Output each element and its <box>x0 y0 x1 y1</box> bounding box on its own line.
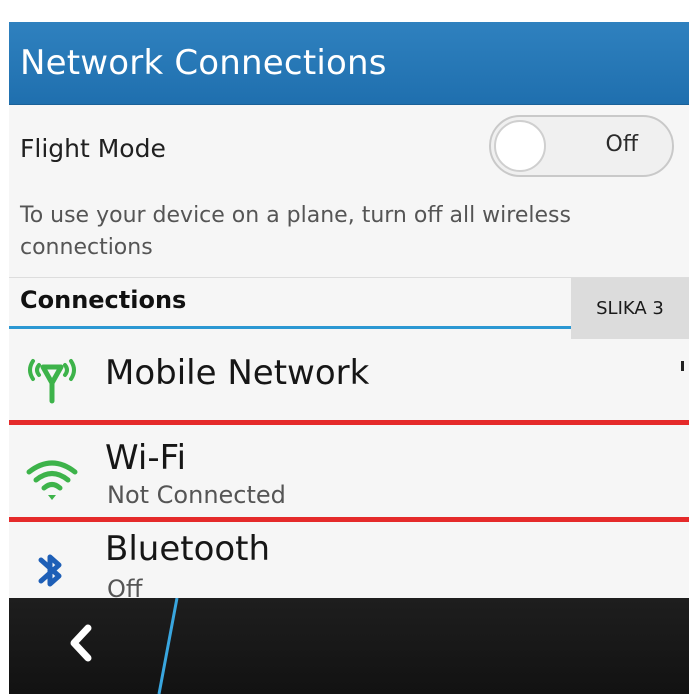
mobile-network-row[interactable]: Mobile Network <box>9 329 689 425</box>
mobile-network-label: Mobile Network <box>105 353 370 393</box>
title-bar: Network Connections <box>9 22 689 105</box>
highlight-line-bottom <box>9 517 689 522</box>
back-button[interactable] <box>9 598 159 694</box>
wifi-icon <box>26 460 78 500</box>
navigation-divider <box>157 598 179 694</box>
corner-tick <box>681 361 684 371</box>
toggle-knob[interactable] <box>494 120 546 172</box>
bluetooth-icon <box>38 554 62 587</box>
wifi-label: Wi-Fi <box>105 438 187 478</box>
corner-label: SLIKA 3 <box>571 278 689 339</box>
highlight-line-top <box>9 420 689 425</box>
wifi-status: Not Connected <box>107 481 286 509</box>
back-arrow-icon <box>70 624 92 662</box>
bluetooth-label: Bluetooth <box>105 529 271 569</box>
flight-mode-hint: To use your device on a plane, turn off … <box>20 203 571 260</box>
toggle-state-label: Off <box>605 132 638 157</box>
flight-mode-row: Flight Mode Off <box>9 106 689 191</box>
section-header-connections: Connections <box>20 286 187 314</box>
phone-screen: Network Connections Flight Mode Off To u… <box>9 22 689 694</box>
bottom-navigation-bar <box>9 598 689 694</box>
wifi-row[interactable]: Wi-Fi Not Connected <box>9 426 689 522</box>
flight-mode-toggle[interactable]: Off <box>489 115 674 177</box>
page-title: Network Connections <box>20 43 387 83</box>
screen: Network Connections Flight Mode Off To u… <box>0 0 689 694</box>
flight-mode-label: Flight Mode <box>20 134 166 163</box>
mobile-network-icon <box>28 359 76 404</box>
